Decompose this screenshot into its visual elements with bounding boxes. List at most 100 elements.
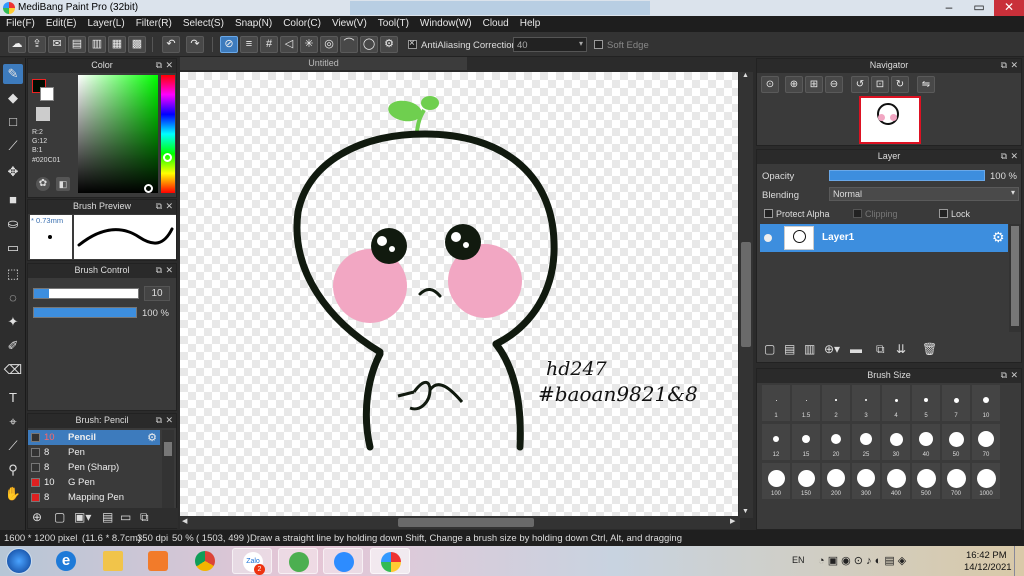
ellipse-snap-icon[interactable]: ◯ [360, 36, 378, 53]
brush-size-option[interactable]: 12 [762, 424, 790, 460]
magic-wand-tool-icon[interactable]: ✦ [3, 312, 23, 332]
brush-size-option[interactable]: 25 [852, 424, 880, 460]
close-icon[interactable]: ✕ [1010, 59, 1018, 72]
canvas[interactable]: hd247 #baoan9821&8 [180, 72, 738, 516]
undock-icon[interactable]: ⧉ [156, 264, 162, 277]
zoom-in-icon[interactable]: ⊕ [785, 76, 803, 93]
menu-snap[interactable]: Snap(N) [229, 16, 277, 29]
menu-color[interactable]: Color(C) [277, 16, 326, 29]
close-icon[interactable]: ✕ [165, 414, 173, 427]
brush-item-pen[interactable]: 8 Pen [28, 445, 160, 460]
brush-size-option[interactable]: 30 [882, 424, 910, 460]
select-pen-tool-icon[interactable]: ✐ [3, 336, 23, 356]
fill-rect-tool-icon[interactable]: ■ [3, 190, 23, 210]
blending-select[interactable]: Normal ▾ [829, 187, 1019, 201]
settings-icon[interactable]: ⚙ [380, 36, 398, 53]
new-1bit-layer-icon[interactable]: ▥ [804, 342, 815, 356]
zoom-out-icon[interactable]: ⊖ [825, 76, 843, 93]
text-tool-icon[interactable]: T [3, 388, 23, 408]
brush-size-option[interactable]: 1 [762, 385, 790, 421]
horizontal-scrollbar-thumb[interactable] [398, 518, 534, 527]
menu-layer[interactable]: Layer(L) [81, 16, 129, 29]
horizontal-scrollbar[interactable]: ◀ ▶ [180, 516, 740, 529]
brush-size-option[interactable]: 100 [762, 463, 790, 499]
close-icon[interactable]: ✕ [165, 264, 173, 277]
clock-time[interactable]: 16:42 PM [966, 550, 1007, 561]
brush-size-option[interactable]: 700 [942, 463, 970, 499]
line-tool-icon[interactable]: ⟋ [3, 136, 23, 156]
hue-slider[interactable] [161, 75, 175, 193]
undock-icon[interactable]: ⧉ [156, 200, 162, 213]
close-icon[interactable]: ✕ [165, 59, 173, 72]
brush-list-scrollbar[interactable] [162, 430, 174, 508]
taskbar-zoom[interactable] [323, 548, 363, 574]
palette-icon[interactable]: ✿ [36, 177, 50, 191]
reset-icon[interactable]: ⊡ [871, 76, 889, 93]
vertical-scrollbar[interactable]: ▲ ▼ [739, 72, 753, 518]
eyedropper-tool-icon[interactable]: ⚲ [3, 460, 23, 480]
layer-row[interactable]: Layer1 ⚙ [760, 224, 1008, 252]
flip-icon[interactable]: ⇋ [917, 76, 935, 93]
brush-size-option[interactable]: 10 [972, 385, 1000, 421]
scroll-left-icon[interactable]: ◀ [182, 517, 187, 525]
protect-alpha-checkbox[interactable] [764, 209, 773, 218]
brush-size-option[interactable]: 150 [792, 463, 820, 499]
brush-size-option[interactable]: 15 [792, 424, 820, 460]
eye-icon[interactable] [764, 234, 772, 242]
circle-snap-icon[interactable]: ◎ [320, 36, 338, 53]
color-history-icon[interactable]: ◧ [56, 177, 70, 191]
table-icon[interactable]: ▩ [128, 36, 146, 53]
divide-tool-icon[interactable]: ⟋ [3, 436, 23, 456]
copy-brush-icon[interactable]: ▤ [102, 510, 113, 524]
brush-size-option[interactable]: 50 [942, 424, 970, 460]
brush-opacity-slider[interactable] [33, 307, 137, 318]
undock-icon[interactable]: ⧉ [1001, 369, 1007, 382]
radial-snap-icon[interactable]: ✳ [300, 36, 318, 53]
brush-size-option[interactable]: 500 [912, 463, 940, 499]
brush-size-option[interactable]: 1.5 [792, 385, 820, 421]
brush-item-mapping-pen[interactable]: 8 Mapping Pen [28, 490, 160, 505]
scroll-right-icon[interactable]: ▶ [730, 517, 735, 525]
eraser-tool-icon[interactable]: ◆ [3, 88, 23, 108]
menu-filter[interactable]: Filter(R) [130, 16, 177, 29]
scroll-up-icon[interactable]: ▲ [742, 72, 749, 79]
move-tool-icon[interactable]: ✥ [3, 162, 23, 182]
undock-icon[interactable]: ⧉ [156, 414, 162, 427]
brush-size-option[interactable]: 70 [972, 424, 1000, 460]
soft-edge-checkbox[interactable] [594, 40, 603, 49]
layer-opacity-slider[interactable] [829, 170, 985, 181]
brush-size-option[interactable]: 7 [942, 385, 970, 421]
merge-layer-icon[interactable]: ⇊ [896, 342, 906, 356]
layer-scrollbar[interactable] [1009, 224, 1021, 332]
taskbar-zalo[interactable]: Zalo 2 [232, 548, 272, 575]
brush-item-pen-sharp[interactable]: 8 Pen (Sharp) [28, 460, 160, 475]
perspective-snap-icon[interactable]: ◁ [280, 36, 298, 53]
menu-select[interactable]: Select(S) [177, 16, 229, 29]
saturation-value-picker[interactable] [78, 75, 158, 193]
brush-size-option[interactable]: 300 [852, 463, 880, 499]
delete-brush-icon[interactable]: ⧉ [140, 510, 149, 525]
brush-size-option[interactable]: 200 [822, 463, 850, 499]
add-layer-menu-icon[interactable]: ⊕▾ [824, 342, 840, 356]
new-8bit-layer-icon[interactable]: ▤ [784, 342, 795, 356]
menu-window[interactable]: Window(W) [414, 16, 477, 29]
background-swatch[interactable] [40, 87, 54, 101]
select-tool-icon[interactable]: ⬚ [3, 264, 23, 284]
zoom-fit-icon[interactable]: ⊙ [761, 76, 779, 93]
taskbar-ie[interactable]: e [46, 548, 86, 574]
undock-icon[interactable]: ⧉ [156, 59, 162, 72]
undock-icon[interactable]: ⧉ [1001, 59, 1007, 72]
brush-size-option[interactable]: 400 [882, 463, 910, 499]
bucket-tool-icon[interactable]: ⛀ [3, 214, 23, 234]
rotate-right-icon[interactable]: ↻ [891, 76, 909, 93]
undo-icon[interactable]: ↶ [162, 36, 180, 53]
lasso-tool-icon[interactable]: ◌ [3, 288, 23, 308]
select-eraser-tool-icon[interactable]: ⌫ [3, 360, 23, 380]
grid-snap-icon[interactable]: # [260, 36, 278, 53]
menu-cloud[interactable]: Cloud [477, 16, 514, 29]
folder-icon[interactable]: ▭ [120, 510, 131, 524]
scroll-down-icon[interactable]: ▼ [742, 508, 749, 515]
brush-size-option[interactable]: 5 [912, 385, 940, 421]
operation-tool-icon[interactable]: ⌖ [3, 412, 23, 432]
taskbar-chrome[interactable] [185, 548, 225, 574]
